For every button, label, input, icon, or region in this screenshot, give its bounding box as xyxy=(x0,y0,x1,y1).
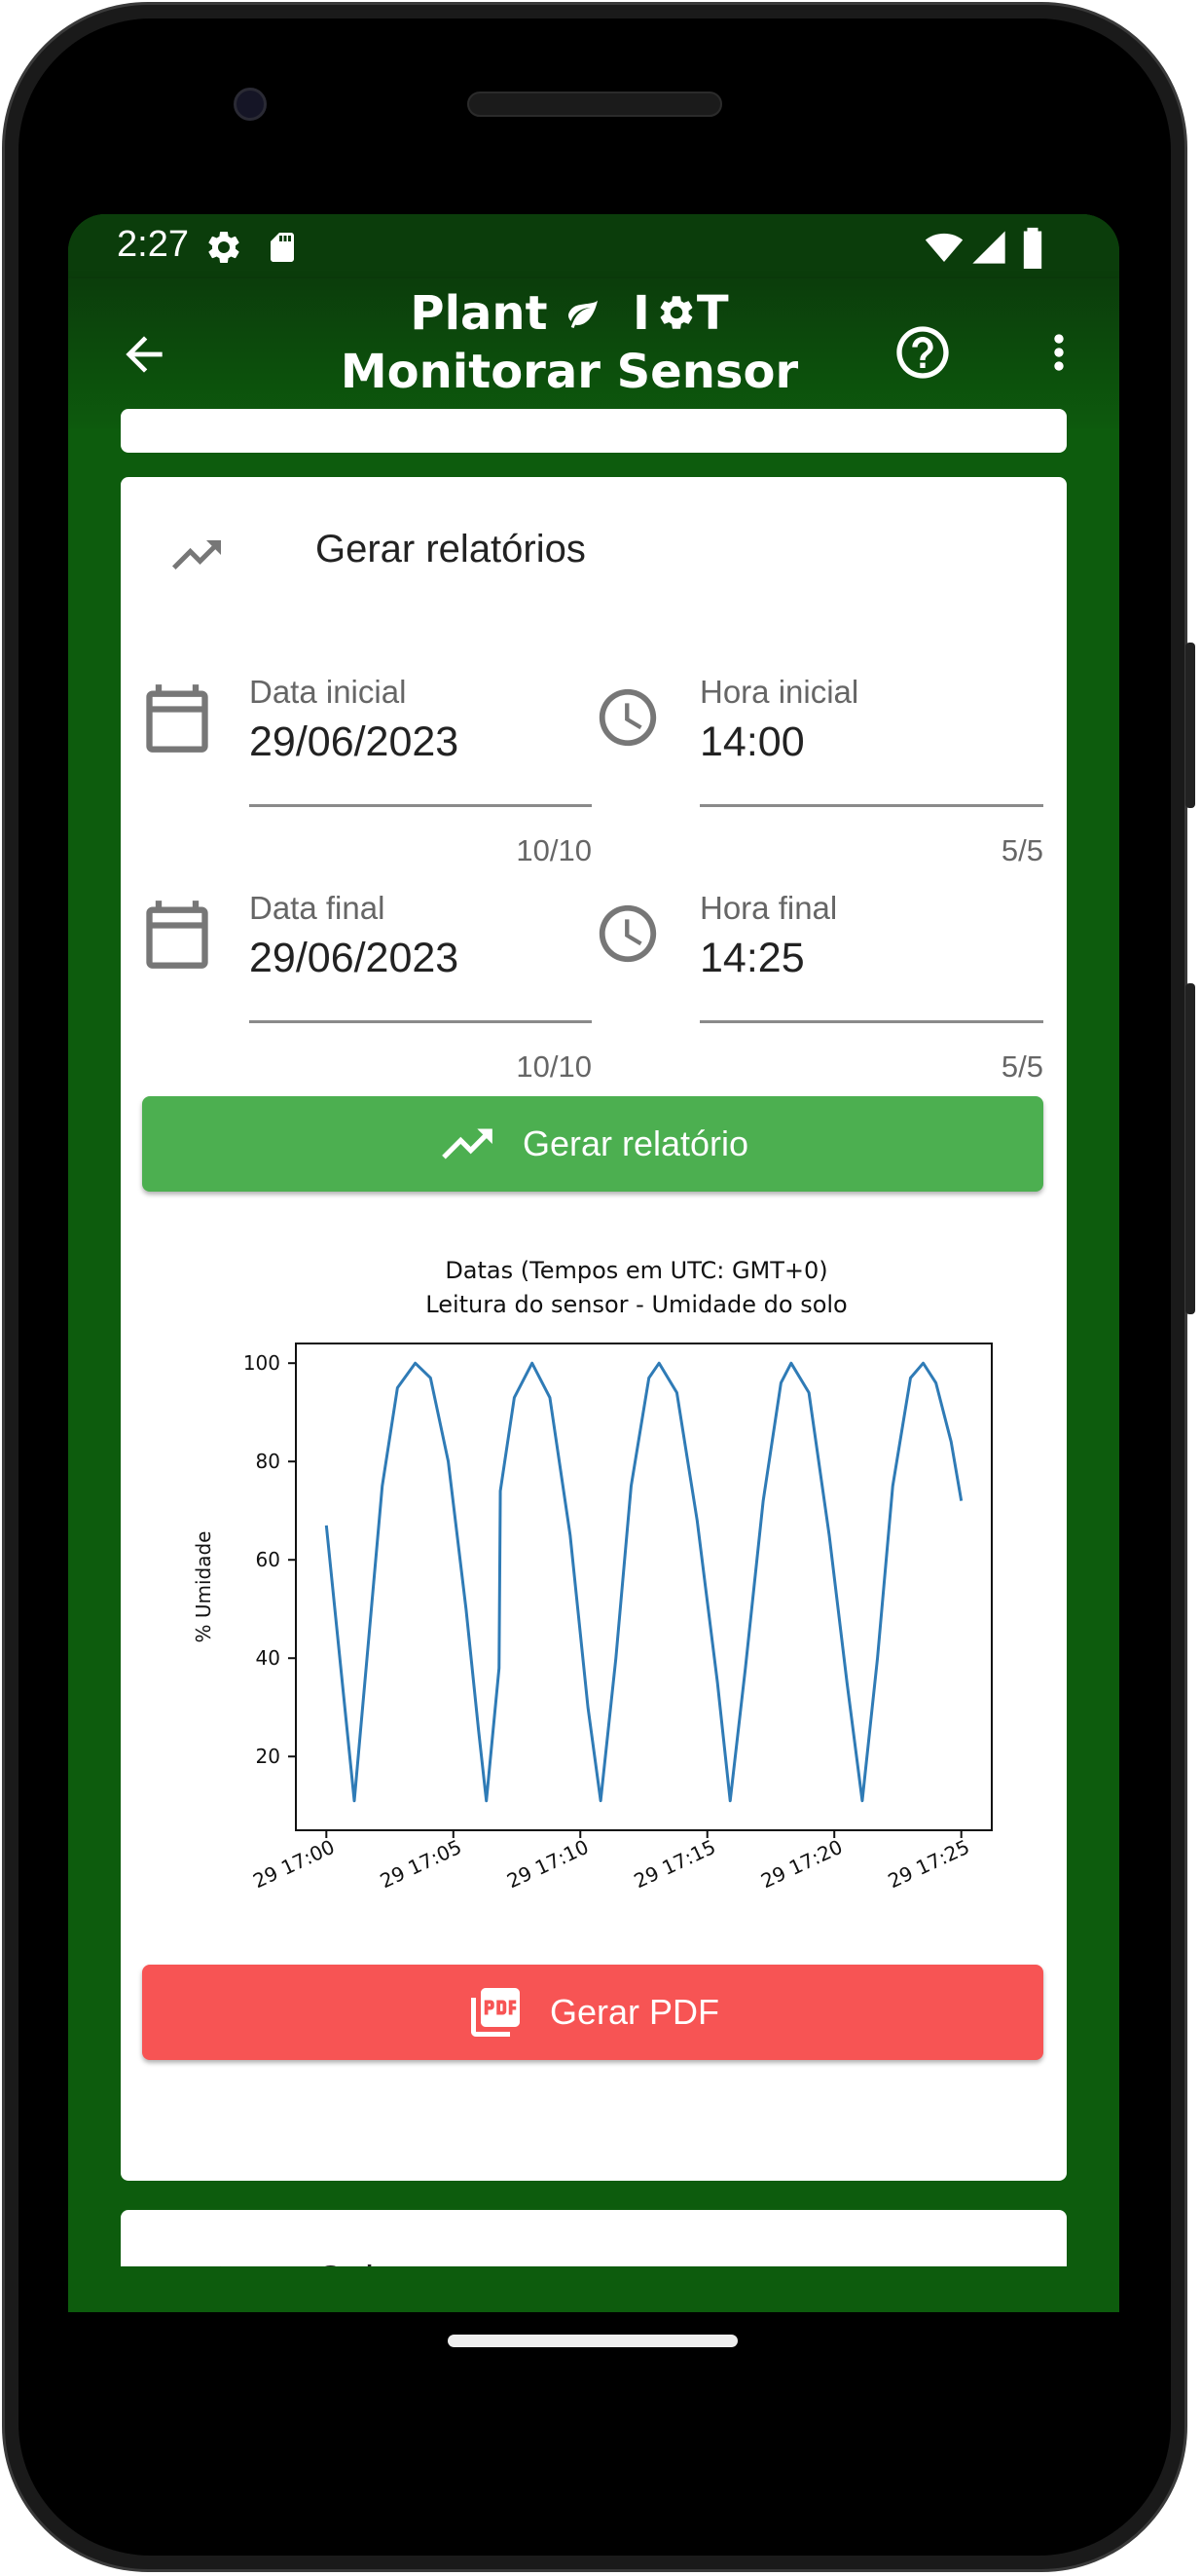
x-tick-label: 29 17:25 xyxy=(885,1835,973,1894)
end-date-counter: 10/10 xyxy=(516,1049,592,1084)
start-date-label: Data inicial xyxy=(249,674,407,710)
start-date-counter: 10/10 xyxy=(516,833,592,867)
app-bar: Plant I T Monitorar Sensor xyxy=(68,278,1119,428)
earpiece-speaker xyxy=(467,92,722,117)
start-date-underline xyxy=(249,804,592,807)
front-camera xyxy=(234,88,267,121)
end-time-underline xyxy=(700,1020,1043,1023)
y-tick-label: 60 xyxy=(256,1548,280,1571)
cell-signal-icon xyxy=(972,231,1005,264)
scroll-content[interactable]: Gerar relatórios Data inicial 29/06/2023… xyxy=(68,409,1119,2312)
humidity-chart: Datas (Tempos em UTC: GMT+0) Leitura do s… xyxy=(192,1257,993,1894)
status-time: 2:27 xyxy=(117,224,189,265)
trending-up-icon xyxy=(442,1128,492,1159)
report-card-title: Gerar relatórios xyxy=(315,528,586,570)
page-title: Monitorar Sensor xyxy=(340,345,799,399)
clock-icon xyxy=(599,904,657,963)
power-button xyxy=(1185,643,1195,808)
status-bar: 2:27 xyxy=(68,214,1119,278)
more-vert-icon[interactable] xyxy=(1032,325,1086,380)
end-date-value[interactable]: 29/06/2023 xyxy=(249,935,458,982)
settings-icon xyxy=(208,232,239,263)
x-tick-label: 29 17:00 xyxy=(249,1835,338,1894)
generate-report-label: Gerar relatório xyxy=(522,1123,749,1163)
end-time-value[interactable]: 14:25 xyxy=(700,935,805,982)
sd-card-icon xyxy=(271,233,294,262)
y-tick-label: 40 xyxy=(256,1646,280,1670)
gear-o-icon xyxy=(660,296,693,329)
help-icon[interactable] xyxy=(892,321,954,384)
series-line xyxy=(324,1361,964,1803)
leaf-icon xyxy=(568,300,599,328)
generate-pdf-button[interactable]: Gerar PDF xyxy=(142,1965,1043,2060)
end-date-underline xyxy=(249,1020,592,1023)
screen: 2:27 Plant I T Monitorar Sensor Gerar re… xyxy=(68,214,1119,2312)
end-time-counter: 5/5 xyxy=(1001,1049,1043,1084)
generate-report-button[interactable]: Gerar relatório xyxy=(142,1096,1043,1192)
calendar-icon xyxy=(146,901,208,969)
end-time-label: Hora final xyxy=(700,890,838,926)
start-time-underline xyxy=(700,804,1043,807)
end-date-label: Data final xyxy=(249,890,385,926)
start-date-value[interactable]: 29/06/2023 xyxy=(249,718,458,766)
app-name-part: I xyxy=(632,286,650,341)
x-tick-label: 29 17:20 xyxy=(757,1835,846,1894)
volume-button xyxy=(1185,983,1195,1314)
chart-subtitle: Leitura do sensor - Umidade do solo xyxy=(425,1291,847,1318)
y-tick-label: 20 xyxy=(256,1745,280,1768)
chart-title: Datas (Tempos em UTC: GMT+0) xyxy=(445,1257,827,1284)
previous-card-edge xyxy=(121,409,1067,453)
start-time-label: Hora inicial xyxy=(700,674,859,710)
clock-icon xyxy=(599,688,657,747)
app-name-part: T xyxy=(696,286,729,341)
y-axis-label: % Umidade xyxy=(192,1531,215,1643)
wifi-icon xyxy=(925,233,964,262)
app-name-part: Plant xyxy=(410,286,548,341)
home-indicator[interactable] xyxy=(448,2335,738,2347)
content-clip xyxy=(68,2266,1119,2312)
trending-up-icon xyxy=(172,540,221,570)
calendar-icon xyxy=(146,684,208,753)
start-time-counter: 5/5 xyxy=(1001,833,1043,867)
y-tick-label: 100 xyxy=(243,1351,280,1375)
x-tick-label: 29 17:05 xyxy=(377,1835,465,1894)
battery-icon xyxy=(1023,227,1042,269)
pdf-icon xyxy=(470,1988,520,2037)
x-tick-label: 29 17:15 xyxy=(631,1835,719,1894)
start-time-value[interactable]: 14:00 xyxy=(700,718,805,766)
x-tick-label: 29 17:10 xyxy=(503,1835,592,1894)
report-card: Gerar relatórios Data inicial 29/06/2023… xyxy=(121,477,1067,2181)
app-name: Plant I T xyxy=(263,284,876,343)
generate-pdf-label: Gerar PDF xyxy=(549,1992,720,2032)
y-tick-label: 80 xyxy=(256,1450,280,1473)
back-arrow-icon[interactable] xyxy=(117,327,171,382)
app-title: Plant I T Monitorar Sensor xyxy=(263,284,876,401)
